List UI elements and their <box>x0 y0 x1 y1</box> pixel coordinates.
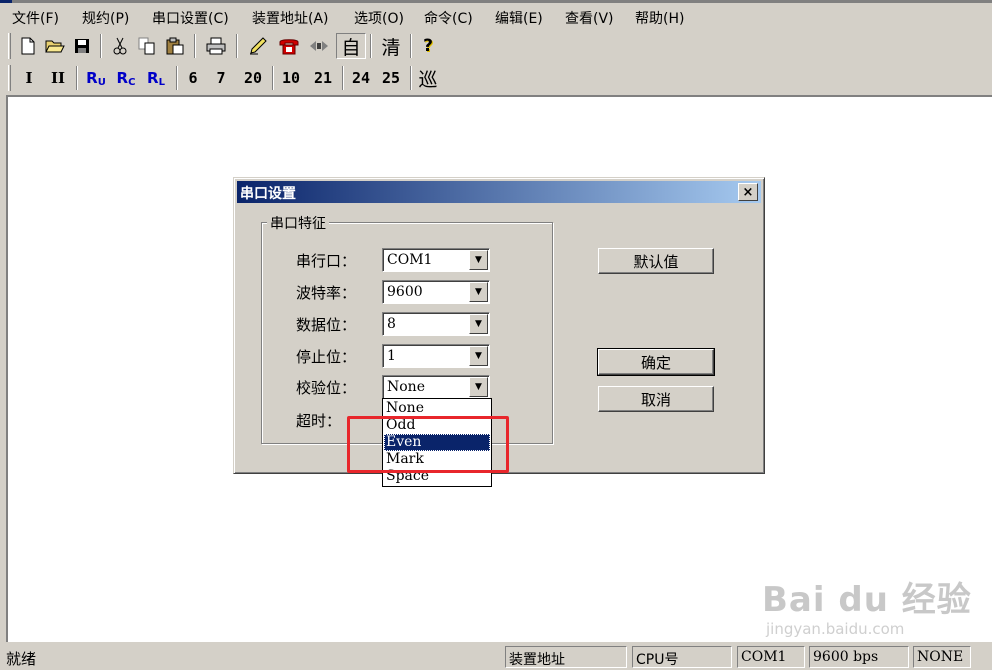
baidu-watermark: Bai du 经验 <box>762 580 972 620</box>
menu-file[interactable]: 文件(F) <box>12 8 59 28</box>
rc-button[interactable]: RC <box>112 65 140 91</box>
open-folder-icon[interactable] <box>42 33 68 59</box>
pen-icon[interactable] <box>244 33 272 59</box>
copy-icon[interactable] <box>134 33 160 59</box>
cut-icon[interactable] <box>108 33 132 59</box>
ru-button[interactable]: RU <box>82 65 110 91</box>
data-bits-label: 数据位： <box>296 316 357 334</box>
stop-bits-select[interactable]: 1 ▼ <box>382 344 490 368</box>
status-baud: 9600 bps <box>809 646 909 668</box>
toolbar-grip[interactable] <box>8 33 11 59</box>
help-icon[interactable]: ? <box>416 33 440 59</box>
data-bits-select[interactable]: 8 ▼ <box>382 312 490 336</box>
port-label: 串行口： <box>296 252 357 270</box>
menu-help[interactable]: 帮助(H) <box>635 8 684 28</box>
main-toolbar: 自 清 ? <box>6 31 442 61</box>
menu-bar: 文件(F) 规约(P) 串口设置(C) 装置地址(A) 选项(O) 命令(C) … <box>0 3 992 31</box>
status-bar: 就绪 装置地址 CPU号 COM1 9600 bps NONE <box>0 644 992 670</box>
parity-select[interactable]: None ▼ <box>382 375 490 399</box>
command-toolbar: I II RU RC RL 6 7 20 10 21 24 25 巡 <box>6 63 442 93</box>
chevron-down-icon[interactable]: ▼ <box>469 346 488 366</box>
command-ii-button[interactable]: II <box>44 65 72 91</box>
status-ready: 就绪 <box>6 650 37 668</box>
patrol-button[interactable]: 巡 <box>414 65 442 91</box>
baud-select[interactable]: 9600 ▼ <box>382 280 490 304</box>
ok-button[interactable]: 确定 <box>597 348 715 376</box>
chevron-down-icon[interactable]: ▼ <box>469 314 488 334</box>
stop-bits-label: 停止位： <box>296 348 357 366</box>
clear-button[interactable]: 清 <box>376 33 406 59</box>
menu-device-address[interactable]: 装置地址(A) <box>252 8 329 28</box>
command-21-button[interactable]: 21 <box>308 65 338 91</box>
dialog-title: 串口设置 <box>240 186 296 202</box>
chevron-down-icon[interactable]: ▼ <box>469 377 488 397</box>
status-port: COM1 <box>737 646 805 668</box>
parity-label: 校验位： <box>296 379 357 397</box>
cancel-button[interactable]: 取消 <box>598 386 714 412</box>
group-label: 串口特征 <box>267 213 329 233</box>
dialog-title-bar[interactable]: 串口设置 × <box>237 181 761 203</box>
phone-icon[interactable] <box>274 33 304 59</box>
command-6-button[interactable]: 6 <box>182 65 204 91</box>
menu-view[interactable]: 查看(V) <box>565 8 614 28</box>
connect-icon[interactable] <box>306 33 332 59</box>
menu-options[interactable]: 选项(O) <box>354 8 404 28</box>
default-values-button[interactable]: 默认值 <box>598 248 714 274</box>
menu-serial-settings[interactable]: 串口设置(C) <box>152 8 229 28</box>
menu-protocol[interactable]: 规约(P) <box>82 8 129 28</box>
rl-button[interactable]: RL <box>142 65 170 91</box>
menu-command[interactable]: 命令(C) <box>424 8 473 28</box>
save-disk-icon[interactable] <box>70 33 94 59</box>
command-i-button[interactable]: I <box>18 65 40 91</box>
baud-label: 波特率： <box>296 284 357 302</box>
command-10-button[interactable]: 10 <box>276 65 306 91</box>
command-25-button[interactable]: 25 <box>376 65 406 91</box>
command-20-button[interactable]: 20 <box>238 65 268 91</box>
watermark-url: jingyan.baidu.com <box>766 620 905 638</box>
port-select[interactable]: COM1 ▼ <box>382 248 490 272</box>
status-device-address: 装置地址 <box>505 646 627 668</box>
chevron-down-icon[interactable]: ▼ <box>469 282 488 302</box>
status-parity: NONE <box>913 646 971 668</box>
status-cpu: CPU号 <box>632 646 732 668</box>
menu-edit[interactable]: 编辑(E) <box>495 8 543 28</box>
command-24-button[interactable]: 24 <box>346 65 376 91</box>
auto-button[interactable]: 自 <box>336 33 366 59</box>
print-icon[interactable] <box>202 33 230 59</box>
timeout-label: 超时： <box>296 412 342 430</box>
new-file-icon[interactable] <box>16 33 40 59</box>
toolbar-grip[interactable] <box>8 65 11 91</box>
parity-option-none[interactable]: None <box>384 400 490 417</box>
chevron-down-icon[interactable]: ▼ <box>469 250 488 270</box>
command-7-button[interactable]: 7 <box>210 65 232 91</box>
paste-icon[interactable] <box>162 33 188 59</box>
red-highlight-annotation <box>347 416 509 473</box>
close-icon[interactable]: × <box>738 183 758 201</box>
